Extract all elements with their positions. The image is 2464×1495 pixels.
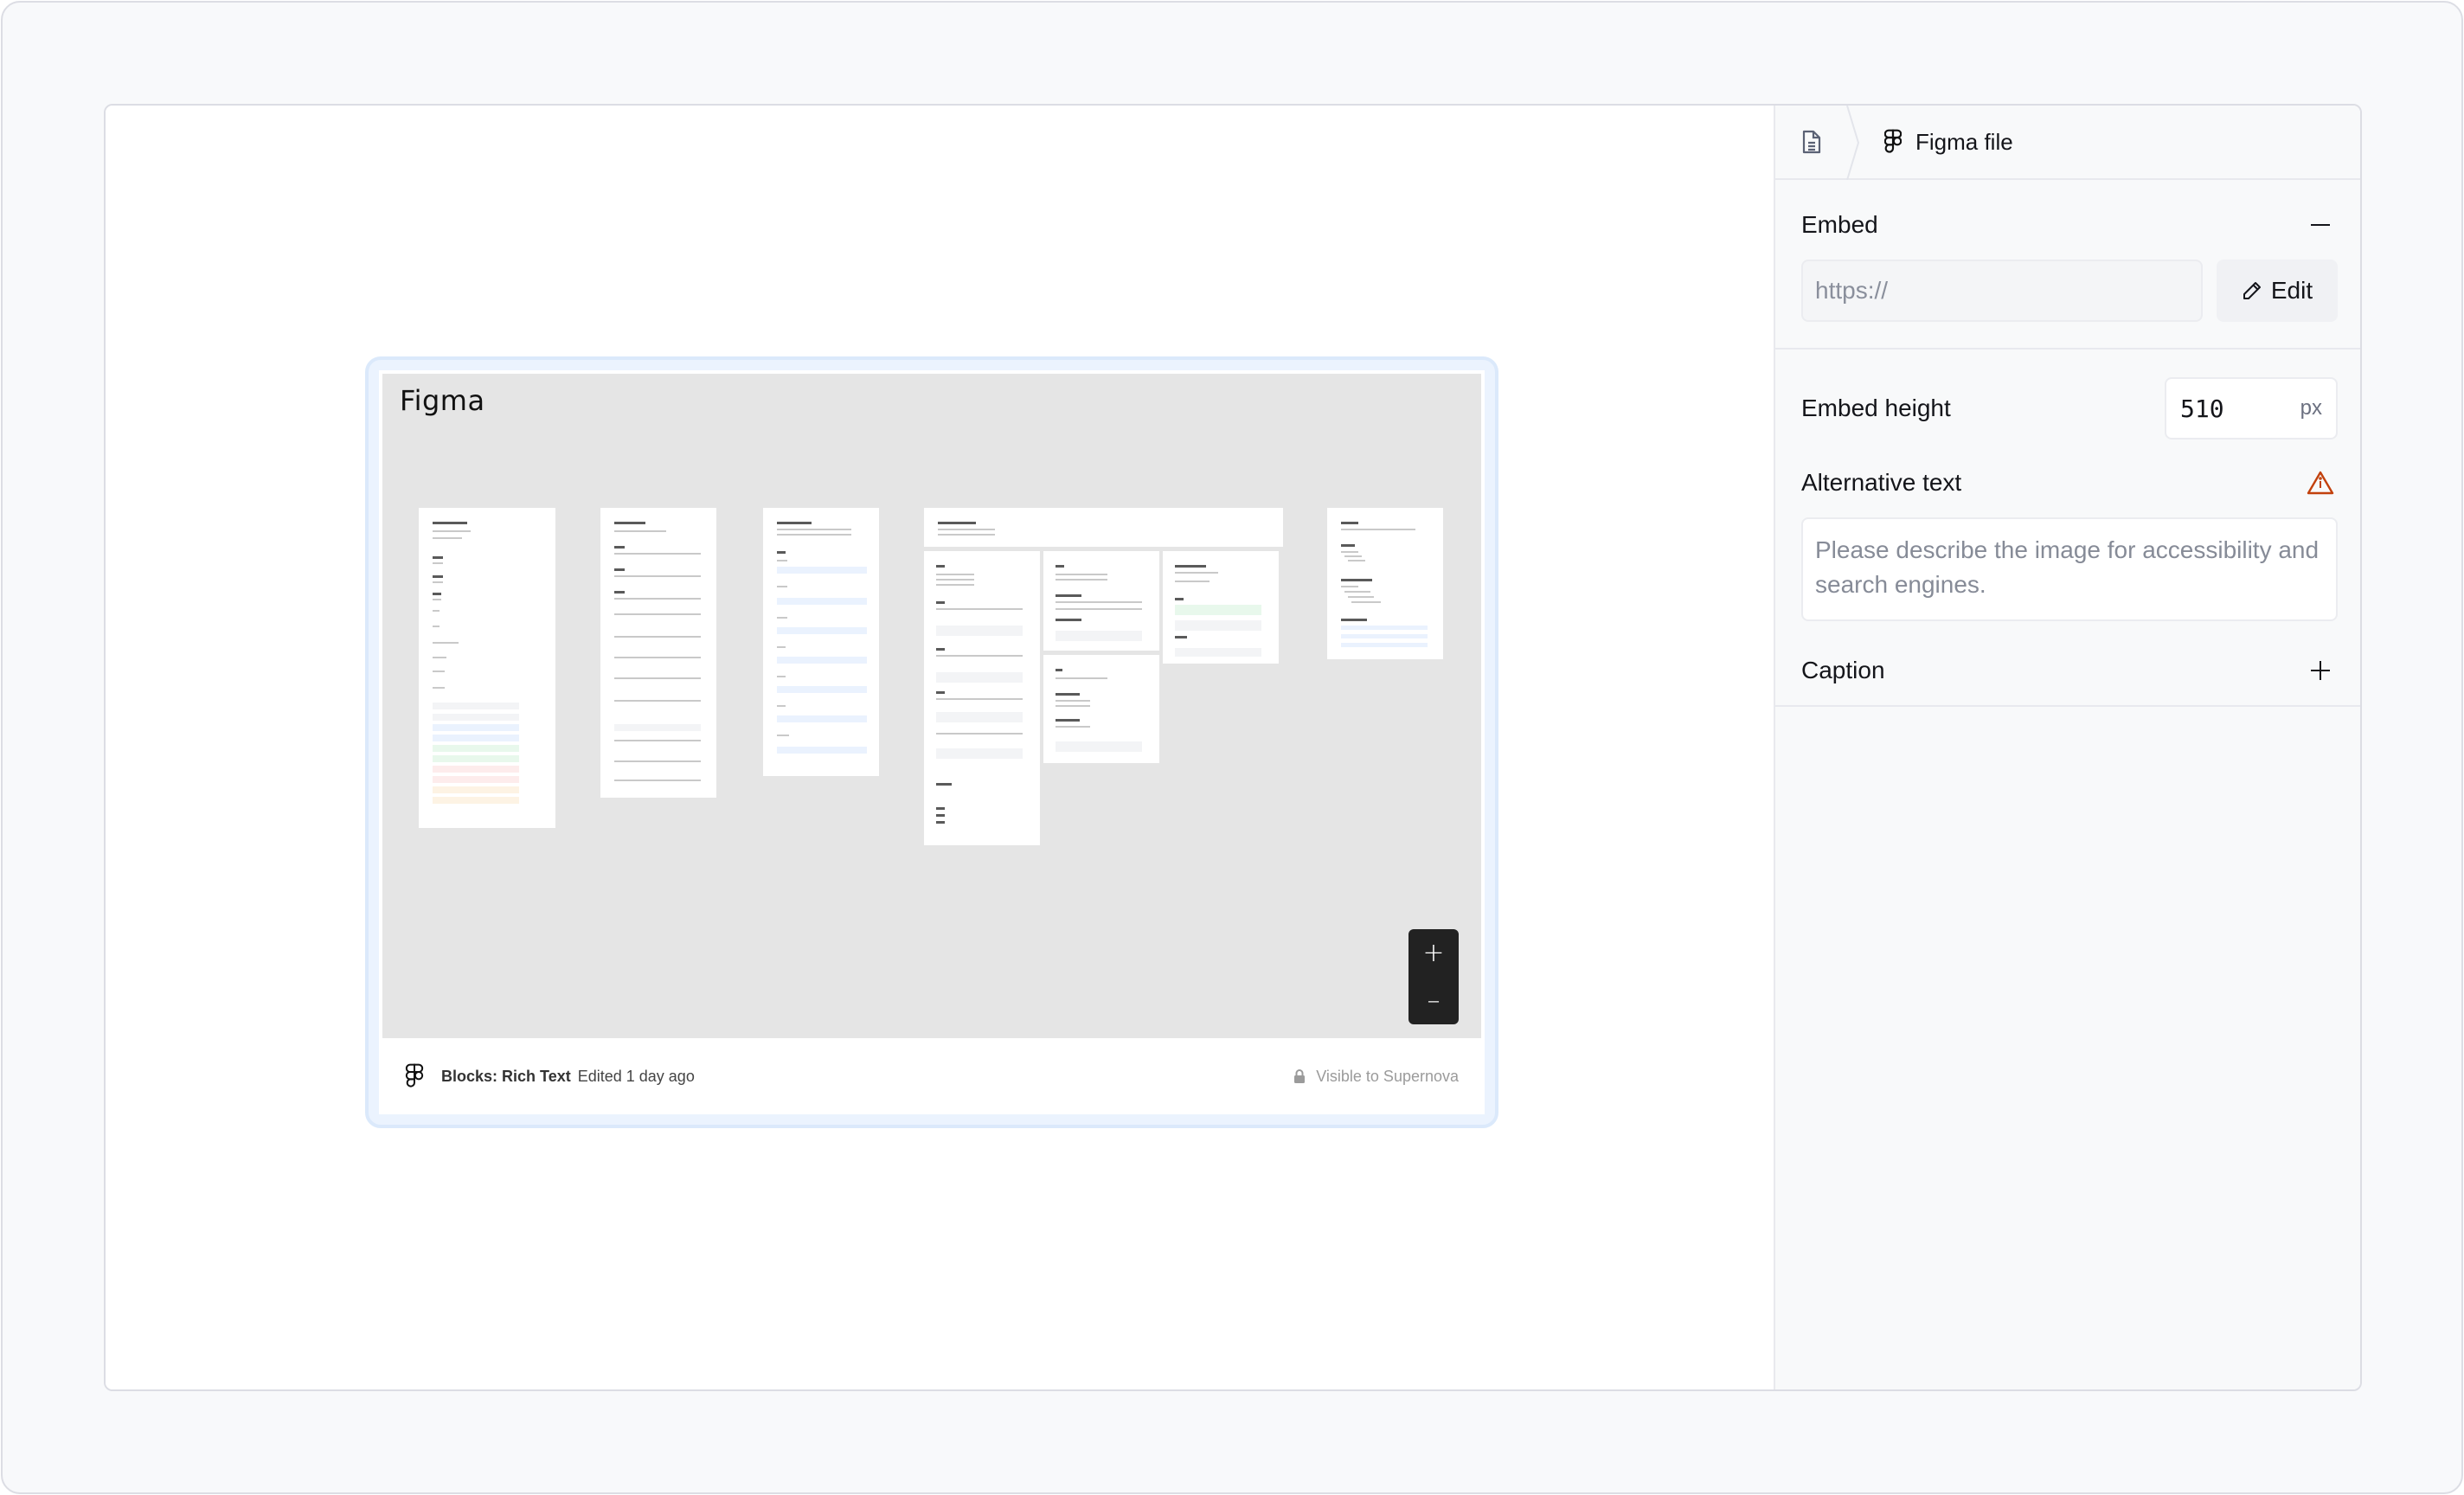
embed-section: Embed Edit — [1775, 180, 2360, 350]
figma-canvas-preview[interactable]: Figma + – — [382, 374, 1481, 1047]
embed-section-title: Embed — [1801, 211, 1878, 238]
figma-frame-titles — [924, 551, 1040, 845]
figma-icon — [1884, 129, 1902, 153]
edit-button[interactable]: Edit — [2217, 260, 2338, 322]
breadcrumb-label: Figma file — [1915, 128, 2013, 155]
visibility-label: Visible to Supernova — [1316, 1067, 1459, 1085]
figma-frame-block-states — [763, 508, 879, 776]
figma-frame-spacing-header — [924, 508, 1283, 547]
figma-frame-typography-tokens — [600, 508, 716, 798]
plus-icon — [2311, 661, 2330, 680]
figma-canvas-title: Figma — [400, 384, 485, 417]
figma-frame-all-inline-blocks — [419, 508, 555, 828]
edit-button-label: Edit — [2270, 277, 2313, 304]
embed-height-input[interactable] — [2180, 394, 2275, 423]
app-window: Figma + – Blocks: Rich Text Edited 1 day… — [104, 104, 2362, 1391]
embed-height-unit: px — [2300, 396, 2322, 420]
minus-icon — [2311, 224, 2330, 226]
figma-frame-list — [1043, 655, 1159, 763]
embed-height-field[interactable]: px — [2165, 377, 2338, 440]
embed-url-input[interactable] — [1801, 260, 2203, 322]
alt-text-label: Alternative text — [1801, 469, 1962, 496]
properties-section: Embed height px Alternative text — [1775, 350, 2360, 707]
zoom-out-button[interactable]: – — [1408, 977, 1459, 1024]
caption-label: Caption — [1801, 657, 1885, 683]
document-icon — [1802, 130, 1821, 154]
figma-file-name[interactable]: Blocks: Rich Text — [441, 1068, 571, 1086]
figma-frame-body — [1043, 551, 1159, 651]
figma-zoom-controls: + – — [1408, 929, 1459, 1024]
editor-canvas: Figma + – Blocks: Rich Text Edited 1 day… — [106, 106, 1774, 1389]
embed-footer: Blocks: Rich Text Edited 1 day ago Visib… — [382, 1038, 1481, 1114]
warning-icon — [2303, 465, 2338, 500]
pencil-icon — [2243, 282, 2261, 299]
figma-frame-callout-blockquote — [1163, 551, 1279, 664]
add-caption-button[interactable] — [2303, 653, 2338, 688]
breadcrumb-current: Figma file — [1884, 129, 2013, 156]
zoom-in-button[interactable]: + — [1408, 929, 1459, 977]
edited-timestamp: Edited 1 day ago — [577, 1067, 695, 1085]
visibility-status: Visible to Supernova — [1293, 1068, 1459, 1086]
embed-inner: Figma + – Blocks: Rich Text Edited 1 day… — [379, 370, 1485, 1114]
figma-icon — [405, 1063, 424, 1088]
figma-frame-nested-list — [1327, 508, 1443, 659]
embed-height-label: Embed height — [1801, 395, 1951, 421]
lock-icon — [1294, 1069, 1306, 1083]
alt-text-input[interactable] — [1801, 517, 2338, 621]
collapse-embed-button[interactable] — [2303, 208, 2338, 242]
breadcrumb-root[interactable] — [1775, 106, 1848, 178]
figma-embed-block[interactable]: Figma + – Blocks: Rich Text Edited 1 day… — [365, 356, 1498, 1128]
properties-panel: Figma file Embed Edit — [1774, 106, 2360, 1389]
breadcrumb: Figma file — [1775, 106, 2360, 180]
breadcrumb-separator — [1846, 106, 1860, 180]
